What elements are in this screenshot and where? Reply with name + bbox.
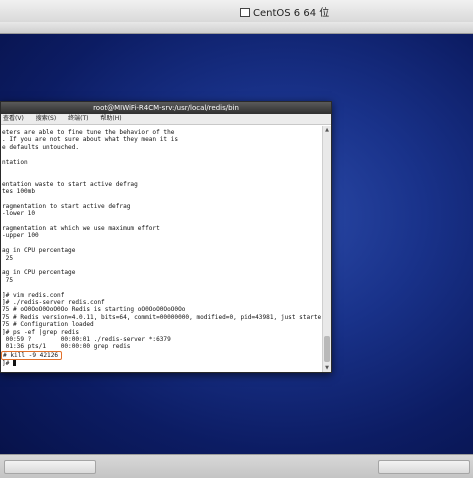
menu-terminal[interactable]: 终端(T) (68, 115, 88, 122)
terminal-line: 01:36 pts/1 00:00:00 grep redis (2, 343, 131, 351)
scrollbar-thumb[interactable] (324, 336, 330, 362)
terminal-line: 75 # oO0OoO0OoO0Oo Redis is starting oO0… (2, 306, 186, 314)
terminal-line: 25 (2, 254, 14, 262)
scroll-down-arrow-icon[interactable]: ▼ (324, 365, 330, 371)
terminal-prompt: ]# (2, 359, 14, 367)
terminal-line: 00:59 ? 00:00:01 ./redis-server *:6379 (2, 335, 171, 343)
terminal-line: 75 # Configuration loaded (2, 321, 94, 329)
terminal-line: tes 100mb (2, 188, 36, 196)
taskbar-button[interactable] (378, 460, 470, 474)
terminal-line: entation waste to start active defrag (2, 180, 138, 188)
terminal-line: ]# ./redis-server redis.conf (2, 298, 105, 306)
terminal-line: ]# vim redis.conf (2, 291, 65, 299)
highlighted-kill-command: # kill -9 42126 (1, 350, 63, 360)
terminal-line: -upper 100 (2, 232, 39, 240)
vm-title-text: CentOS 6 64 位 (253, 8, 330, 19)
menu-help[interactable]: 帮助(H) (100, 115, 121, 122)
terminal-line: e defaults untouched. (2, 143, 80, 151)
terminal-line: 75 # Redis version=4.0.11, bits=64, comm… (2, 313, 321, 321)
taskbar-button[interactable] (4, 460, 96, 474)
terminal-line: -lower 10 (2, 210, 36, 218)
terminal-line: ragmentation to start active defrag (2, 202, 131, 210)
scroll-up-arrow-icon[interactable]: ▲ (324, 127, 330, 133)
vm-window-titlebar: CentOS 6 64 位 (0, 0, 473, 23)
terminal-output[interactable]: eters are able to fine tune the behavior… (1, 126, 321, 372)
terminal-titlebar[interactable]: root@MIWiFi-R4CM-srv:/usr/local/redis/bi… (1, 102, 331, 114)
terminal-scrollbar[interactable]: ▲ ▼ (322, 126, 331, 372)
terminal-cursor (13, 359, 17, 366)
host-bottom-bar (0, 454, 473, 478)
guest-top-panel (0, 22, 473, 34)
terminal-line: 75 (2, 276, 14, 284)
terminal-line: ragmentation at which we use maximum eff… (2, 225, 160, 233)
menu-search[interactable]: 搜索(S) (36, 115, 57, 122)
terminal-prompt-line[interactable]: ]# (2, 359, 321, 367)
terminal-line: ]# ps -ef |grep redis (2, 328, 80, 336)
menu-view[interactable]: 查看(V) (3, 115, 24, 122)
window-icon (240, 8, 250, 17)
terminal-menubar: 查看(V) 搜索(S) 终端(T) 帮助(H) (1, 114, 331, 125)
terminal-line: ntation (2, 158, 28, 166)
terminal-line: ag in CPU percentage (2, 269, 76, 277)
vm-window-title: CentOS 6 64 位 (240, 4, 329, 19)
terminal-line: ag in CPU percentage (2, 247, 76, 255)
terminal-window[interactable]: root@MIWiFi-R4CM-srv:/usr/local/redis/bi… (0, 101, 332, 373)
terminal-line: eters are able to fine tune the behavior… (2, 129, 175, 136)
terminal-line: . If you are not sure about what they me… (2, 136, 179, 144)
